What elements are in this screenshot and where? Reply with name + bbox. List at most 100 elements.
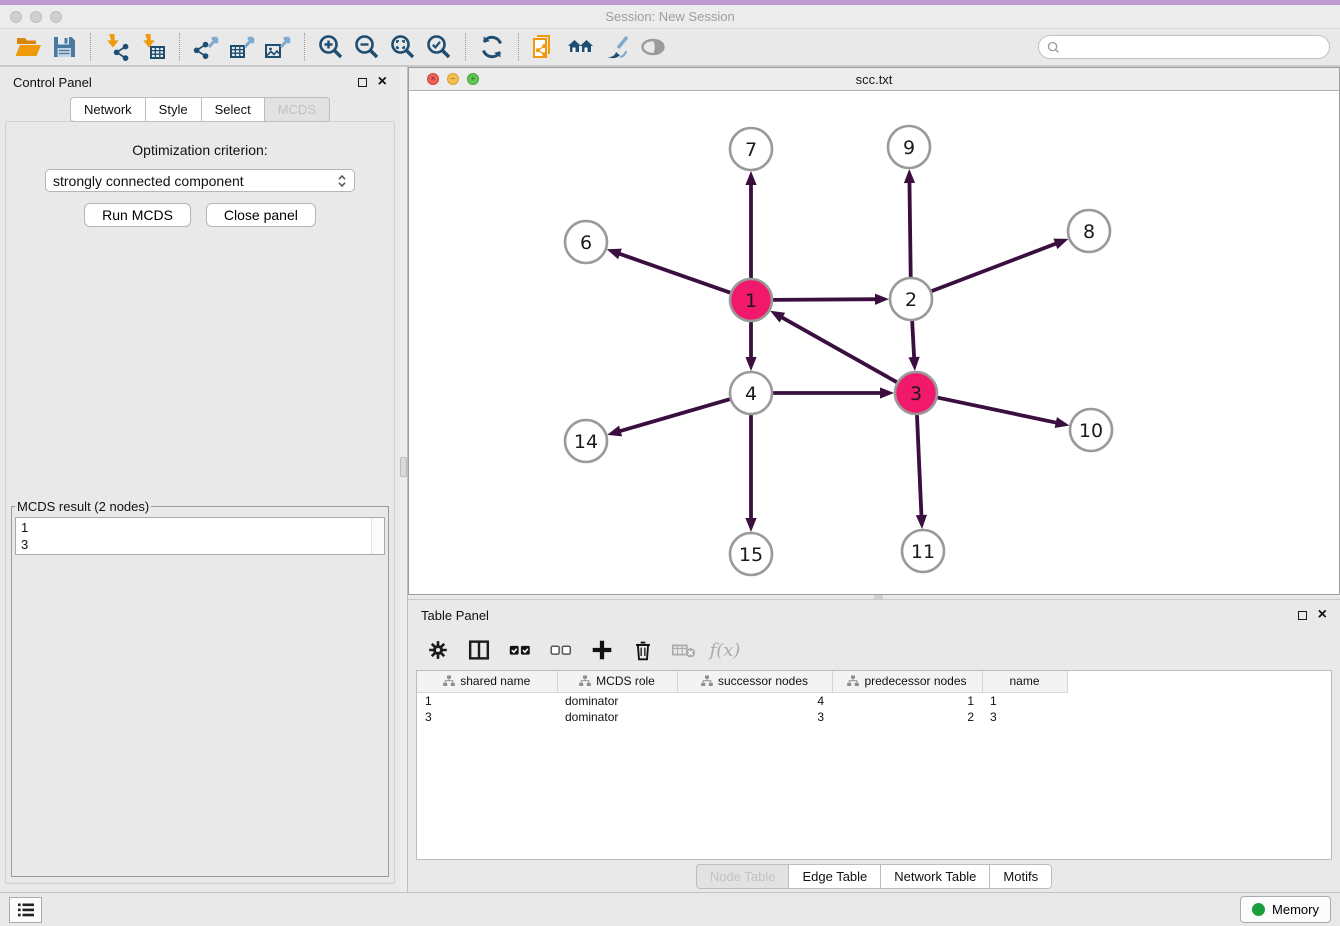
node-14[interactable]: 14 (565, 420, 607, 462)
result-scrollbar[interactable] (371, 518, 384, 554)
network-graph[interactable]: 7 9 6 8 1 2 4 3 14 10 15 11 (409, 91, 1339, 594)
task-history-button[interactable] (9, 897, 42, 923)
table-row[interactable]: 1dominator411 (417, 692, 1067, 708)
mcds-result-line: 3 (21, 536, 379, 553)
first-neighbors-button[interactable] (563, 31, 599, 63)
table-cell[interactable]: 4 (677, 692, 832, 708)
zoom-selected-button[interactable] (421, 31, 457, 63)
style-brush-button[interactable] (599, 31, 635, 63)
node-7[interactable]: 7 (730, 128, 772, 170)
open-session-button[interactable] (10, 31, 46, 63)
zoom-out-button[interactable] (349, 31, 385, 63)
minimize-window-icon[interactable] (30, 11, 42, 23)
search-input[interactable] (1038, 35, 1330, 59)
close-panel-button[interactable]: Close panel (206, 203, 316, 227)
tab-node-table[interactable]: Node Table (696, 864, 790, 889)
zoom-fit-button[interactable] (385, 31, 421, 63)
clone-network-button[interactable] (527, 31, 563, 63)
edge-3-11[interactable] (917, 415, 922, 518)
node-4[interactable]: 4 (730, 372, 772, 414)
table-cell[interactable]: 1 (417, 692, 557, 708)
table-cell[interactable]: 3 (677, 708, 832, 724)
close-window-icon[interactable] (10, 11, 22, 23)
zoom-in-button[interactable] (313, 31, 349, 63)
import-network-button[interactable] (99, 31, 135, 63)
tab-network-table[interactable]: Network Table (881, 864, 990, 889)
import-table-button[interactable] (135, 31, 171, 63)
table-cell[interactable]: 1 (832, 692, 982, 708)
edge-4-14[interactable] (618, 399, 730, 432)
table-cell[interactable]: dominator (557, 692, 677, 708)
add-column-button[interactable] (588, 636, 616, 664)
export-image-button[interactable] (260, 31, 296, 63)
table-cell[interactable]: 3 (417, 708, 557, 724)
node-3[interactable]: 3 (895, 372, 937, 414)
column-header-successor-nodes[interactable]: successor nodes (677, 671, 832, 692)
edge-3-10[interactable] (938, 398, 1059, 424)
edge-2-3[interactable] (912, 321, 914, 360)
tab-edge-table[interactable]: Edge Table (789, 864, 881, 889)
column-hierarchy-icon (443, 675, 455, 687)
horizontal-splitter[interactable] (408, 595, 1340, 599)
column-view-button[interactable] (465, 636, 493, 664)
node-15[interactable]: 15 (730, 533, 772, 575)
zoom-out-icon (353, 33, 381, 61)
select-all-rows-button[interactable] (506, 636, 534, 664)
close-panel-icon[interactable]: × (378, 77, 387, 87)
edge-2-8[interactable] (932, 243, 1059, 291)
edge-arrowhead (908, 357, 919, 371)
edge-1-6[interactable] (617, 253, 730, 293)
edge-2-9[interactable] (909, 180, 910, 277)
node-9[interactable]: 9 (888, 126, 930, 168)
table-cell[interactable]: 2 (832, 708, 982, 724)
node-6[interactable]: 6 (565, 221, 607, 263)
refresh-layout-button[interactable] (474, 31, 510, 63)
node-8[interactable]: 8 (1068, 210, 1110, 252)
delete-column-button[interactable] (629, 636, 657, 664)
table-cell[interactable]: 1 (982, 692, 1067, 708)
table-cell[interactable]: dominator (557, 708, 677, 724)
column-header-predecessor-nodes[interactable]: predecessor nodes (832, 671, 982, 692)
window-traffic-lights[interactable] (10, 11, 62, 23)
criterion-select[interactable]: strongly connected component (45, 169, 355, 192)
save-session-button[interactable] (46, 31, 82, 63)
table-settings-button[interactable] (424, 636, 452, 664)
edge-3-1[interactable] (780, 316, 897, 382)
edge-1-2[interactable] (773, 299, 878, 300)
node-label: 7 (745, 139, 757, 161)
node-10[interactable]: 10 (1070, 409, 1112, 451)
tab-mcds[interactable]: MCDS (265, 97, 330, 122)
network-minimize-icon[interactable]: – (447, 73, 459, 85)
close-panel-icon[interactable]: × (1318, 610, 1327, 620)
node-11[interactable]: 11 (902, 530, 944, 572)
splitter-handle[interactable] (400, 457, 407, 477)
node-1[interactable]: 1 (730, 279, 772, 321)
node-2[interactable]: 2 (890, 278, 932, 320)
add-column-icon (589, 637, 615, 663)
float-panel-icon[interactable] (358, 78, 367, 87)
tab-motifs[interactable]: Motifs (990, 864, 1052, 889)
splitter-handle[interactable] (874, 595, 883, 599)
run-mcds-button[interactable]: Run MCDS (84, 203, 191, 227)
network-canvas[interactable]: 7 9 6 8 1 2 4 3 14 10 15 11 (409, 91, 1339, 594)
memory-button[interactable]: Memory (1240, 896, 1331, 923)
column-header-mcds-role[interactable]: MCDS role (557, 671, 677, 692)
search-text-field[interactable] (1065, 39, 1321, 56)
export-network-button[interactable] (188, 31, 224, 63)
edge-arrowhead (745, 357, 756, 371)
column-header-shared-name[interactable]: shared name (417, 671, 557, 692)
mcds-result-list[interactable]: 13 (15, 517, 385, 555)
tab-network[interactable]: Network (70, 97, 146, 122)
column-header-name[interactable]: name (982, 671, 1067, 692)
table-row[interactable]: 3dominator323 (417, 708, 1067, 724)
tab-select[interactable]: Select (202, 97, 265, 122)
network-maximize-icon[interactable]: + (467, 73, 479, 85)
tab-style[interactable]: Style (146, 97, 202, 122)
export-table-button[interactable] (224, 31, 260, 63)
network-close-icon[interactable]: × (427, 73, 439, 85)
table-cell[interactable]: 3 (982, 708, 1067, 724)
unselect-all-rows-button[interactable] (547, 636, 575, 664)
vertical-splitter[interactable] (400, 67, 408, 892)
float-panel-icon[interactable] (1298, 611, 1307, 620)
maximize-window-icon[interactable] (50, 11, 62, 23)
